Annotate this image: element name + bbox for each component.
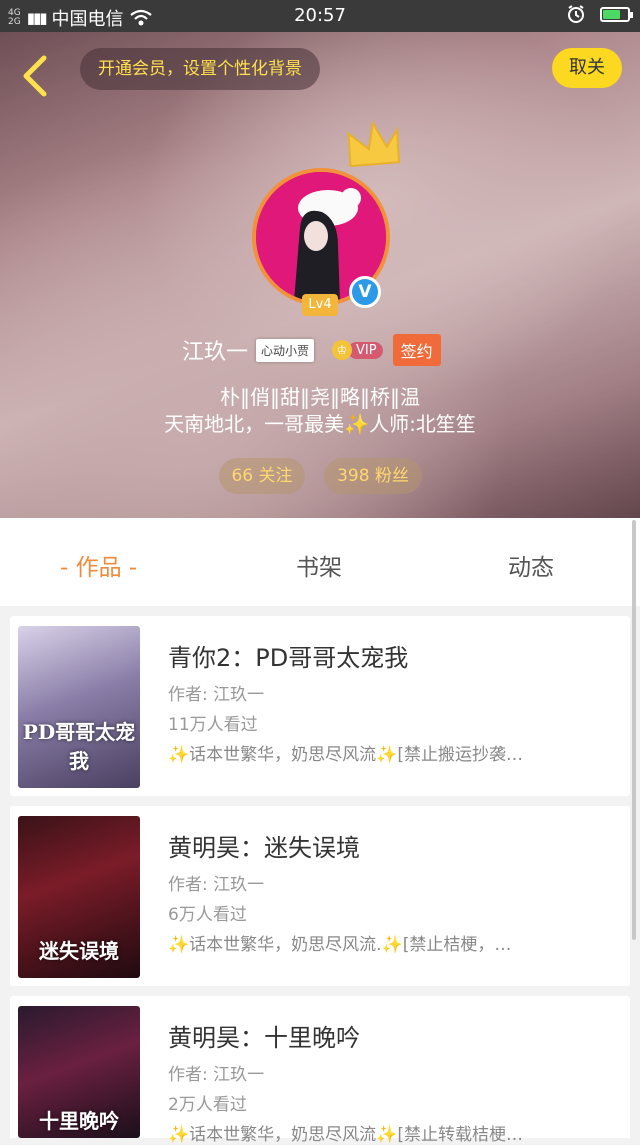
- vip-background-banner[interactable]: 开通会员，设置个性化背景: [80, 48, 320, 90]
- book-description: ✨话本世繁华，奶思尽风流.✨[禁止桔梗，…: [168, 935, 512, 955]
- unfollow-button[interactable]: 取关: [552, 48, 622, 88]
- book-cover[interactable]: PD哥哥太宠我: [18, 626, 140, 788]
- tab-works[interactable]: - 作品 -: [60, 548, 137, 582]
- book-description: ✨话本世繁华，奶思尽风流✨[禁止搬运抄袭…: [168, 745, 523, 765]
- book-cover[interactable]: 十里晚吟: [18, 1006, 140, 1138]
- book-card[interactable]: 迷失误境 黄明昊：迷失误境 作者: 江玖一 6万人看过 ✨话本世繁华，奶思尽风流…: [10, 806, 630, 986]
- book-title: 黄明昊：迷失误境: [168, 834, 360, 862]
- book-description: ✨话本世繁华，奶思尽风流✨[禁止转载桔梗…: [168, 1125, 523, 1145]
- tab-bookshelf[interactable]: 书架: [296, 548, 342, 582]
- book-author: 作者: 江玖一: [168, 685, 265, 705]
- status-bar: 4G 2G ▮▮▮ 中国电信 20:57: [0, 0, 640, 32]
- fan-medal-badge[interactable]: 心动小贾: [256, 338, 315, 362]
- clock: 20:57: [294, 5, 346, 26]
- profile-tabs: - 作品 - 书架 动态: [0, 518, 640, 606]
- book-author: 作者: 江玖一: [168, 875, 265, 895]
- bio-line-1: 朴‖俏‖甜‖尧‖略‖桥‖温: [220, 385, 420, 409]
- book-author: 作者: 江玖一: [168, 1065, 265, 1085]
- cover-caption: 迷失误境: [39, 939, 119, 963]
- battery-level: [603, 9, 620, 19]
- username: 江玖一: [182, 340, 249, 365]
- vip-badge[interactable]: ♔ VIP: [332, 340, 383, 360]
- book-views: 6万人看过: [168, 905, 247, 925]
- name-row: 江玖一 心动小贾 ♔ VIP 签约: [182, 332, 441, 368]
- back-icon[interactable]: [18, 54, 52, 98]
- status-right: [566, 4, 633, 24]
- vip-label: VIP: [348, 341, 383, 359]
- book-views: 2万人看过: [168, 1095, 247, 1115]
- battery-charging-icon: [600, 6, 633, 22]
- profile-bio: 朴‖俏‖甜‖尧‖略‖桥‖温 天南地北，一哥最美✨人师:北笙笙: [0, 384, 640, 438]
- vip-crown-icon: ♔: [332, 340, 353, 360]
- book-card[interactable]: PD哥哥太宠我 青你2：PD哥哥太宠我 作者: 江玖一 11万人看过 ✨话本世繁…: [10, 616, 630, 796]
- book-views: 11万人看过: [168, 715, 258, 735]
- tab-updates[interactable]: 动态: [508, 548, 554, 582]
- cover-caption: 十里晚吟: [39, 1109, 119, 1133]
- scrollbar[interactable]: [632, 520, 636, 940]
- following-count-button[interactable]: 66 关注: [219, 458, 305, 494]
- signed-author-badge: 签约: [392, 334, 441, 366]
- book-title: 青你2：PD哥哥太宠我: [168, 644, 409, 672]
- fans-count-button[interactable]: 398 粉丝: [324, 458, 422, 494]
- alarm-icon: [568, 5, 584, 23]
- level-badge: Lv4: [302, 294, 338, 316]
- book-cover[interactable]: 迷失误境: [18, 816, 140, 978]
- book-title: 黄明昊：十里晚吟: [168, 1024, 360, 1052]
- cover-caption: PD哥哥太宠我: [22, 720, 136, 773]
- verified-icon: V: [349, 276, 381, 308]
- bio-line-2: 天南地北，一哥最美✨人师:北笙笙: [164, 412, 476, 436]
- book-card[interactable]: 十里晚吟 黄明昊：十里晚吟 作者: 江玖一 2万人看过 ✨话本世繁华，奶思尽风流…: [10, 996, 630, 1145]
- profile-header: 开通会员，设置个性化背景 取关 Lv4 V 江玖一 心动小贾 ♔ VIP 签约 …: [0, 32, 640, 518]
